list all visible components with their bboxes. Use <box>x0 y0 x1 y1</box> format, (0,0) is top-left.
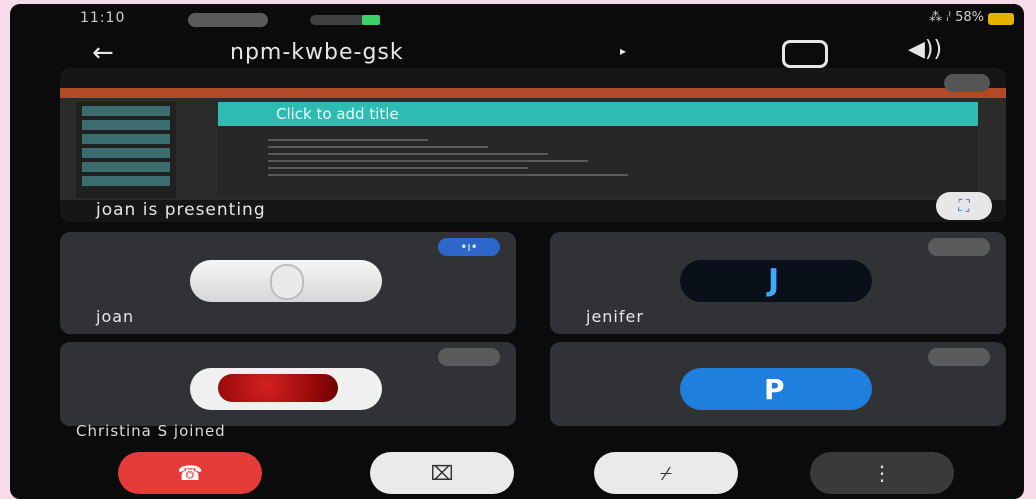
back-arrow-icon[interactable]: ← <box>92 38 114 68</box>
avatar <box>190 260 382 302</box>
status-indicator-icon <box>362 15 380 25</box>
presentation-tile[interactable]: Click to add title joan is presenting ⛶ <box>60 68 1006 222</box>
fullscreen-button[interactable]: ⛶ <box>936 192 992 220</box>
mic-muted-icon <box>944 74 990 92</box>
battery-icon <box>988 13 1014 25</box>
speaking-indicator-icon: •ı• <box>438 238 500 256</box>
camera-off-button[interactable]: ⌧ <box>370 452 514 494</box>
participant-tile-p[interactable]: P <box>550 342 1006 426</box>
mic-muted-icon <box>928 238 990 256</box>
status-icons <box>310 15 370 25</box>
meet-screen: 11:10 ⁂ ᵢᴵ 58% ← npm-kwbe-gsk ▸ ◀)) Clic… <box>10 4 1024 499</box>
slide-code-lines <box>268 134 668 181</box>
chevron-right-icon[interactable]: ▸ <box>620 44 626 58</box>
app-ribbon <box>60 88 1006 98</box>
status-notification-pill <box>188 13 268 27</box>
call-controls: ☎ ⌧ ⌿ ⋮ <box>10 452 1024 498</box>
end-call-button[interactable]: ☎ <box>118 452 262 494</box>
avatar <box>190 368 382 410</box>
more-options-button[interactable]: ⋮ <box>810 452 954 494</box>
slide-thumbnails <box>76 102 176 198</box>
avatar: P <box>680 368 872 410</box>
mic-off-button[interactable]: ⌿ <box>594 452 738 494</box>
switch-camera-icon[interactable] <box>782 40 828 68</box>
mic-muted-icon <box>438 348 500 366</box>
slide-canvas: Click to add title <box>218 102 978 196</box>
meeting-code[interactable]: npm-kwbe-gsk <box>230 40 404 65</box>
avatar: J <box>680 260 872 302</box>
participant-name: joan <box>96 307 135 326</box>
participant-tile-christina[interactable] <box>60 342 516 426</box>
speaker-icon[interactable]: ◀)) <box>908 37 942 62</box>
avatar-letter: J <box>768 263 780 298</box>
status-right-text: ⁂ ᵢᴵ 58% <box>929 10 984 25</box>
slide-title: Click to add title <box>218 102 978 126</box>
join-notification: Christina S joined <box>76 422 226 440</box>
shared-screen: Click to add title <box>60 88 1006 200</box>
participant-name: jenifer <box>586 307 644 326</box>
participant-tile-joan[interactable]: •ı• joan <box>60 232 516 334</box>
participant-tile-jenifer[interactable]: J jenifer <box>550 232 1006 334</box>
status-time: 11:10 <box>80 10 126 26</box>
avatar-letter: P <box>764 373 785 406</box>
status-bar: 11:10 ⁂ ᵢᴵ 58% <box>10 4 1024 34</box>
presenter-label: joan is presenting <box>96 200 266 220</box>
mic-muted-icon <box>928 348 990 366</box>
